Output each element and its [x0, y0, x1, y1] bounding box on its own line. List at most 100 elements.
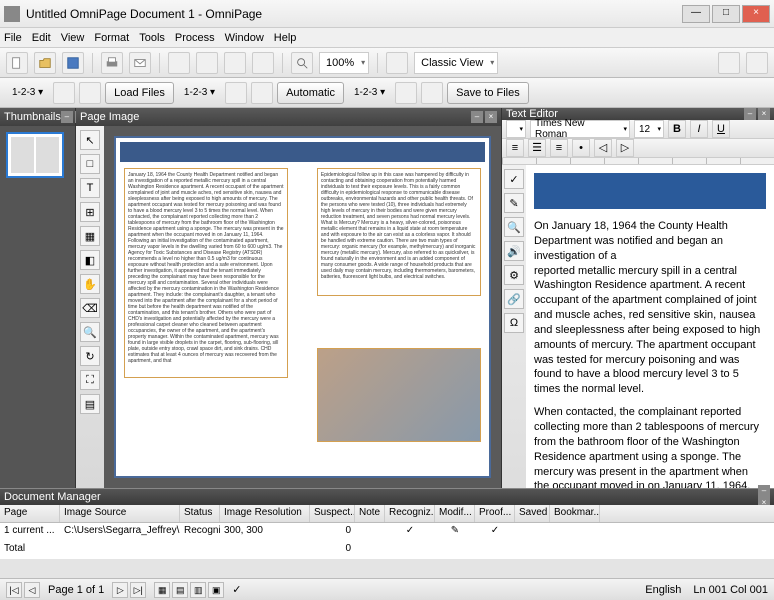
wf-auto-icon[interactable]	[225, 82, 247, 104]
thumbnail-page-1[interactable]	[6, 132, 64, 178]
indent-dec[interactable]: ◁	[594, 139, 612, 157]
dm-col-note[interactable]: Note	[355, 505, 385, 522]
sb-view4[interactable]: ▣	[208, 582, 224, 598]
sb-view1[interactable]: ▦	[154, 582, 170, 598]
dm-col-suspect[interactable]: Suspect...	[310, 505, 355, 522]
print-button[interactable]	[101, 52, 123, 74]
te-proof-tool[interactable]: ✓	[504, 169, 524, 189]
dm-col-bookmark[interactable]: Bookmar...	[550, 505, 600, 522]
menu-format[interactable]: Format	[94, 32, 129, 44]
save-to-files-button[interactable]: Save to Files	[447, 82, 529, 104]
text-editor-close[interactable]: ×	[758, 108, 770, 120]
menu-help[interactable]: Help	[274, 32, 297, 44]
first-page-button[interactable]: |◁	[6, 582, 22, 598]
te-mark-tool[interactable]: ✎	[504, 193, 524, 213]
text-zone-1[interactable]: January 18, 1964 the County Health Depar…	[124, 168, 288, 378]
options-button[interactable]	[718, 52, 740, 74]
image-tool[interactable]: ▦	[80, 226, 100, 246]
view-mode-dropdown[interactable]: Classic View	[414, 52, 498, 74]
zoom-tool[interactable]: 🔍	[80, 322, 100, 342]
te-link-tool[interactable]: 🔗	[504, 289, 524, 309]
dm-col-page[interactable]: Page	[0, 505, 60, 522]
zone-tool[interactable]: ◧	[80, 250, 100, 270]
wf-step-2[interactable]: 1-2-3 ▾	[178, 82, 221, 104]
fontsize-dropdown[interactable]: 12	[634, 120, 664, 138]
menu-edit[interactable]: Edit	[32, 32, 51, 44]
fit-tool[interactable]: ⛶	[80, 370, 100, 390]
menu-tools[interactable]: Tools	[139, 32, 165, 44]
save-button[interactable]	[62, 52, 84, 74]
dm-col-saved[interactable]: Saved	[515, 505, 550, 522]
text-zone-2[interactable]: Epidemiological follow up in this case w…	[317, 168, 481, 296]
menu-process[interactable]: Process	[175, 32, 215, 44]
page-tool[interactable]: ▤	[80, 394, 100, 414]
menu-window[interactable]: Window	[225, 32, 264, 44]
dm-col-source[interactable]: Image Source	[60, 505, 180, 522]
align-center[interactable]: ☰	[528, 139, 546, 157]
sb-view3[interactable]: ▥	[190, 582, 206, 598]
dm-col-recognized[interactable]: Recogniz...	[385, 505, 435, 522]
ruler[interactable]	[502, 158, 774, 165]
zoom-dropdown[interactable]: 100%	[319, 52, 369, 74]
select-tool[interactable]: □	[80, 154, 100, 174]
load-files-button[interactable]: Load Files	[105, 82, 174, 104]
copy-button[interactable]	[168, 52, 190, 74]
align-left[interactable]: ≡	[506, 139, 524, 157]
text-editor-pin[interactable]: –	[744, 108, 756, 120]
send-button[interactable]	[129, 52, 151, 74]
erase-tool[interactable]: ⌫	[80, 298, 100, 318]
open-button[interactable]	[34, 52, 56, 74]
page-image-pin[interactable]: –	[471, 111, 483, 123]
align-right[interactable]: ≡	[550, 139, 568, 157]
menu-file[interactable]: File	[4, 32, 22, 44]
te-find-tool[interactable]: 🔍	[504, 217, 524, 237]
te-speak-tool[interactable]: 🔊	[504, 241, 524, 261]
dm-col-modified[interactable]: Modif...	[435, 505, 475, 522]
cut-button[interactable]	[224, 52, 246, 74]
hand-tool[interactable]: ✋	[80, 274, 100, 294]
close-button[interactable]: ×	[742, 5, 770, 23]
table-tool[interactable]: ⊞	[80, 202, 100, 222]
dm-col-status[interactable]: Status	[180, 505, 220, 522]
wf-save-opts[interactable]	[421, 82, 443, 104]
thumbnails-pin[interactable]: –	[61, 111, 73, 123]
page-image-close[interactable]: ×	[485, 111, 497, 123]
underline-button[interactable]: U	[712, 120, 730, 138]
bold-button[interactable]: B	[668, 120, 686, 138]
last-page-button[interactable]: ▷|	[130, 582, 146, 598]
bullets[interactable]: •	[572, 139, 590, 157]
wf-load-icon[interactable]	[53, 82, 75, 104]
te-char-tool[interactable]: Ω	[504, 313, 524, 333]
wf-save-icon[interactable]	[395, 82, 417, 104]
doc-manager-pin[interactable]: –	[758, 485, 770, 497]
wf-step-1[interactable]: 1-2-3 ▾	[6, 82, 49, 104]
wf-load-opts[interactable]	[79, 82, 101, 104]
indent-inc[interactable]: ▷	[616, 139, 634, 157]
menu-view[interactable]: View	[61, 32, 85, 44]
automatic-button[interactable]: Automatic	[277, 82, 344, 104]
view-icon[interactable]	[386, 52, 408, 74]
rotate-tool[interactable]: ↻	[80, 346, 100, 366]
sb-view2[interactable]: ▤	[172, 582, 188, 598]
minimize-button[interactable]: —	[682, 5, 710, 23]
prev-page-button[interactable]: ◁	[24, 582, 40, 598]
page-canvas[interactable]: January 18, 1964 the County Health Depar…	[104, 126, 501, 488]
dm-row-1[interactable]: 1 current ... C:\Users\Segarra_Jeffrey\D…	[0, 523, 774, 541]
new-button[interactable]	[6, 52, 28, 74]
maximize-button[interactable]: □	[712, 5, 740, 23]
te-train-tool[interactable]: ⚙	[504, 265, 524, 285]
next-page-button[interactable]: ▷	[112, 582, 128, 598]
style-dropdown[interactable]	[506, 120, 526, 138]
wf-auto-opts[interactable]	[251, 82, 273, 104]
italic-button[interactable]: I	[690, 120, 708, 138]
pointer-tool[interactable]: ↖	[80, 130, 100, 150]
font-dropdown[interactable]: Times New Roman	[530, 120, 630, 138]
undo-button[interactable]	[252, 52, 274, 74]
image-zone-1[interactable]	[317, 348, 481, 443]
dm-col-resolution[interactable]: Image Resolution	[220, 505, 310, 522]
dm-col-proofed[interactable]: Proof...	[475, 505, 515, 522]
wf-step-3[interactable]: 1-2-3 ▾	[348, 82, 391, 104]
help-button[interactable]	[746, 52, 768, 74]
text-tool[interactable]: T	[80, 178, 100, 198]
zoom-in-button[interactable]	[291, 52, 313, 74]
